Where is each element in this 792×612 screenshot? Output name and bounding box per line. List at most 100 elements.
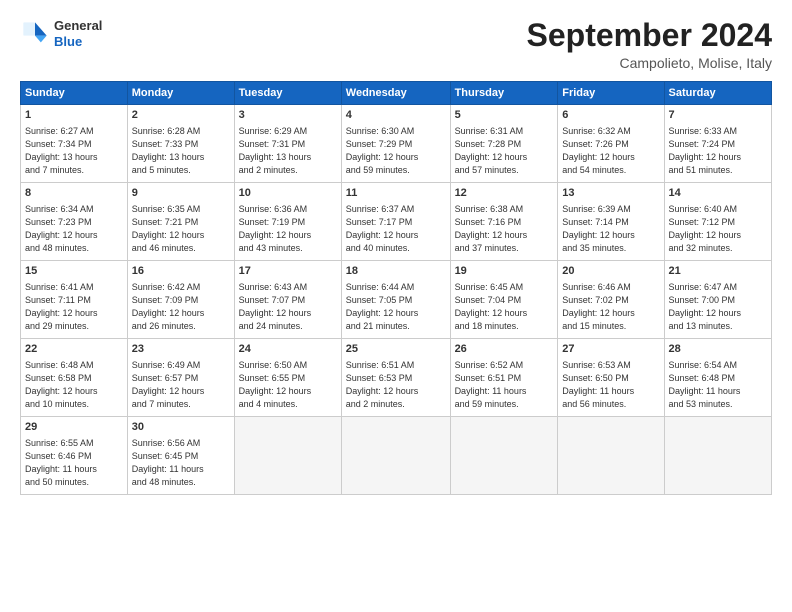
day-info: Sunrise: 6:50 AMSunset: 6:55 PMDaylight:… bbox=[239, 359, 337, 411]
day-header-sunday: Sunday bbox=[21, 82, 128, 105]
day-number: 10 bbox=[239, 186, 337, 201]
calendar-table: SundayMondayTuesdayWednesdayThursdayFrid… bbox=[20, 81, 772, 495]
day-info: Sunrise: 6:27 AMSunset: 7:34 PMDaylight:… bbox=[25, 125, 123, 177]
calendar-cell: 20Sunrise: 6:46 AMSunset: 7:02 PMDayligh… bbox=[558, 261, 664, 339]
logo-icon bbox=[20, 19, 50, 49]
calendar-cell: 28 Sunrise: 6:54 AMSunset: 6:48 PMDayligh… bbox=[664, 339, 771, 417]
calendar-cell: 6Sunrise: 6:32 AMSunset: 7:26 PMDaylight… bbox=[558, 105, 664, 183]
calendar-cell: 8 Sunrise: 6:34 AMSunset: 7:23 PMDaylight… bbox=[21, 183, 128, 261]
day-info: Sunrise: 6:42 AMSunset: 7:09 PMDaylight:… bbox=[132, 281, 230, 333]
day-header-monday: Monday bbox=[127, 82, 234, 105]
week-row-1: 1 Sunrise: 6:27 AMSunset: 7:34 PMDaylight… bbox=[21, 105, 772, 183]
calendar-cell: 16 Sunrise: 6:42 AMSunset: 7:09 PMDayligh… bbox=[127, 261, 234, 339]
calendar-cell: 15 Sunrise: 6:41 AMSunset: 7:11 PMDayligh… bbox=[21, 261, 128, 339]
calendar-cell bbox=[664, 417, 771, 495]
day-number: 5 bbox=[455, 108, 554, 123]
day-number: 27 bbox=[562, 342, 659, 357]
title-block: September 2024 Campolieto, Molise, Italy bbox=[527, 18, 772, 71]
month-title: September 2024 bbox=[527, 18, 772, 53]
day-number: 18 bbox=[346, 264, 446, 279]
week-row-3: 15 Sunrise: 6:41 AMSunset: 7:11 PMDayligh… bbox=[21, 261, 772, 339]
calendar-cell: 26Sunrise: 6:52 AMSunset: 6:51 PMDayligh… bbox=[450, 339, 558, 417]
day-number: 1 bbox=[25, 108, 123, 123]
calendar-cell: 5 Sunrise: 6:31 AMSunset: 7:28 PMDaylight… bbox=[450, 105, 558, 183]
calendar-header: SundayMondayTuesdayWednesdayThursdayFrid… bbox=[21, 82, 772, 105]
day-number: 11 bbox=[346, 186, 446, 201]
calendar-cell bbox=[450, 417, 558, 495]
calendar-cell: 3 Sunrise: 6:29 AMSunset: 7:31 PMDaylight… bbox=[234, 105, 341, 183]
day-info: Sunrise: 6:49 AMSunset: 6:57 PMDaylight:… bbox=[132, 359, 230, 411]
day-info: Sunrise: 6:53 AMSunset: 6:50 PMDaylight:… bbox=[562, 359, 659, 411]
calendar-cell: 30 Sunrise: 6:56 AMSunset: 6:45 PMDayligh… bbox=[127, 417, 234, 495]
day-number: 23 bbox=[132, 342, 230, 357]
calendar-cell: 11 Sunrise: 6:37 AMSunset: 7:17 PMDayligh… bbox=[341, 183, 450, 261]
day-info: Sunrise: 6:29 AMSunset: 7:31 PMDaylight:… bbox=[239, 125, 337, 177]
day-number: 4 bbox=[346, 108, 446, 123]
day-number: 8 bbox=[25, 186, 123, 201]
calendar-body: 1 Sunrise: 6:27 AMSunset: 7:34 PMDaylight… bbox=[21, 105, 772, 495]
calendar-cell bbox=[558, 417, 664, 495]
calendar-cell bbox=[341, 417, 450, 495]
day-info: Sunrise: 6:41 AMSunset: 7:11 PMDaylight:… bbox=[25, 281, 123, 333]
day-info: Sunrise: 6:39 AMSunset: 7:14 PMDaylight:… bbox=[562, 203, 659, 255]
calendar-cell: 4 Sunrise: 6:30 AMSunset: 7:29 PMDaylight… bbox=[341, 105, 450, 183]
day-info: Sunrise: 6:32 AMSunset: 7:26 PMDaylight:… bbox=[562, 125, 659, 177]
day-info: Sunrise: 6:28 AMSunset: 7:33 PMDaylight:… bbox=[132, 125, 230, 177]
calendar-cell: 7Sunrise: 6:33 AMSunset: 7:24 PMDaylight… bbox=[664, 105, 771, 183]
day-header-friday: Friday bbox=[558, 82, 664, 105]
day-info: Sunrise: 6:30 AMSunset: 7:29 PMDaylight:… bbox=[346, 125, 446, 177]
day-number: 9 bbox=[132, 186, 230, 201]
calendar-cell: 21Sunrise: 6:47 AMSunset: 7:00 PMDayligh… bbox=[664, 261, 771, 339]
day-number: 20 bbox=[562, 264, 659, 279]
day-number: 16 bbox=[132, 264, 230, 279]
day-info: Sunrise: 6:55 AMSunset: 6:46 PMDaylight:… bbox=[25, 437, 123, 489]
day-number: 17 bbox=[239, 264, 337, 279]
day-info: Sunrise: 6:36 AMSunset: 7:19 PMDaylight:… bbox=[239, 203, 337, 255]
logo: General Blue bbox=[20, 18, 102, 49]
week-row-4: 22Sunrise: 6:48 AMSunset: 6:58 PMDayligh… bbox=[21, 339, 772, 417]
calendar-cell: 22Sunrise: 6:48 AMSunset: 6:58 PMDayligh… bbox=[21, 339, 128, 417]
day-info: Sunrise: 6:37 AMSunset: 7:17 PMDaylight:… bbox=[346, 203, 446, 255]
calendar-cell: 19Sunrise: 6:45 AMSunset: 7:04 PMDayligh… bbox=[450, 261, 558, 339]
day-number: 25 bbox=[346, 342, 446, 357]
day-number: 28 bbox=[669, 342, 767, 357]
day-info: Sunrise: 6:52 AMSunset: 6:51 PMDaylight:… bbox=[455, 359, 554, 411]
day-info: Sunrise: 6:34 AMSunset: 7:23 PMDaylight:… bbox=[25, 203, 123, 255]
calendar-cell: 9 Sunrise: 6:35 AMSunset: 7:21 PMDaylight… bbox=[127, 183, 234, 261]
day-info: Sunrise: 6:35 AMSunset: 7:21 PMDaylight:… bbox=[132, 203, 230, 255]
day-header-tuesday: Tuesday bbox=[234, 82, 341, 105]
day-header-thursday: Thursday bbox=[450, 82, 558, 105]
day-info: Sunrise: 6:45 AMSunset: 7:04 PMDaylight:… bbox=[455, 281, 554, 333]
day-info: Sunrise: 6:31 AMSunset: 7:28 PMDaylight:… bbox=[455, 125, 554, 177]
calendar-cell: 10 Sunrise: 6:36 AMSunset: 7:19 PMDayligh… bbox=[234, 183, 341, 261]
day-info: Sunrise: 6:54 AMSunset: 6:48 PMDaylight:… bbox=[669, 359, 767, 411]
calendar-cell: 2Sunrise: 6:28 AMSunset: 7:33 PMDaylight… bbox=[127, 105, 234, 183]
day-header-wednesday: Wednesday bbox=[341, 82, 450, 105]
calendar-cell: 12Sunrise: 6:38 AMSunset: 7:16 PMDayligh… bbox=[450, 183, 558, 261]
page-header: General Blue September 2024 Campolieto, … bbox=[20, 18, 772, 71]
calendar-cell: 18 Sunrise: 6:44 AMSunset: 7:05 PMDayligh… bbox=[341, 261, 450, 339]
day-info: Sunrise: 6:33 AMSunset: 7:24 PMDaylight:… bbox=[669, 125, 767, 177]
calendar-cell: 14Sunrise: 6:40 AMSunset: 7:12 PMDayligh… bbox=[664, 183, 771, 261]
day-info: Sunrise: 6:51 AMSunset: 6:53 PMDaylight:… bbox=[346, 359, 446, 411]
day-number: 14 bbox=[669, 186, 767, 201]
day-info: Sunrise: 6:56 AMSunset: 6:45 PMDaylight:… bbox=[132, 437, 230, 489]
day-number: 29 bbox=[25, 420, 123, 435]
calendar-cell: 24 Sunrise: 6:50 AMSunset: 6:55 PMDayligh… bbox=[234, 339, 341, 417]
day-number: 22 bbox=[25, 342, 123, 357]
calendar-cell: 25 Sunrise: 6:51 AMSunset: 6:53 PMDayligh… bbox=[341, 339, 450, 417]
location: Campolieto, Molise, Italy bbox=[527, 55, 772, 71]
day-number: 15 bbox=[25, 264, 123, 279]
calendar-cell: 13Sunrise: 6:39 AMSunset: 7:14 PMDayligh… bbox=[558, 183, 664, 261]
calendar-cell: 27 Sunrise: 6:53 AMSunset: 6:50 PMDayligh… bbox=[558, 339, 664, 417]
day-number: 12 bbox=[455, 186, 554, 201]
calendar-cell: 23 Sunrise: 6:49 AMSunset: 6:57 PMDayligh… bbox=[127, 339, 234, 417]
calendar-cell: 17Sunrise: 6:43 AMSunset: 7:07 PMDayligh… bbox=[234, 261, 341, 339]
day-number: 24 bbox=[239, 342, 337, 357]
day-number: 3 bbox=[239, 108, 337, 123]
week-row-2: 8 Sunrise: 6:34 AMSunset: 7:23 PMDaylight… bbox=[21, 183, 772, 261]
day-number: 30 bbox=[132, 420, 230, 435]
day-info: Sunrise: 6:44 AMSunset: 7:05 PMDaylight:… bbox=[346, 281, 446, 333]
calendar-cell: 1 Sunrise: 6:27 AMSunset: 7:34 PMDaylight… bbox=[21, 105, 128, 183]
day-info: Sunrise: 6:47 AMSunset: 7:00 PMDaylight:… bbox=[669, 281, 767, 333]
